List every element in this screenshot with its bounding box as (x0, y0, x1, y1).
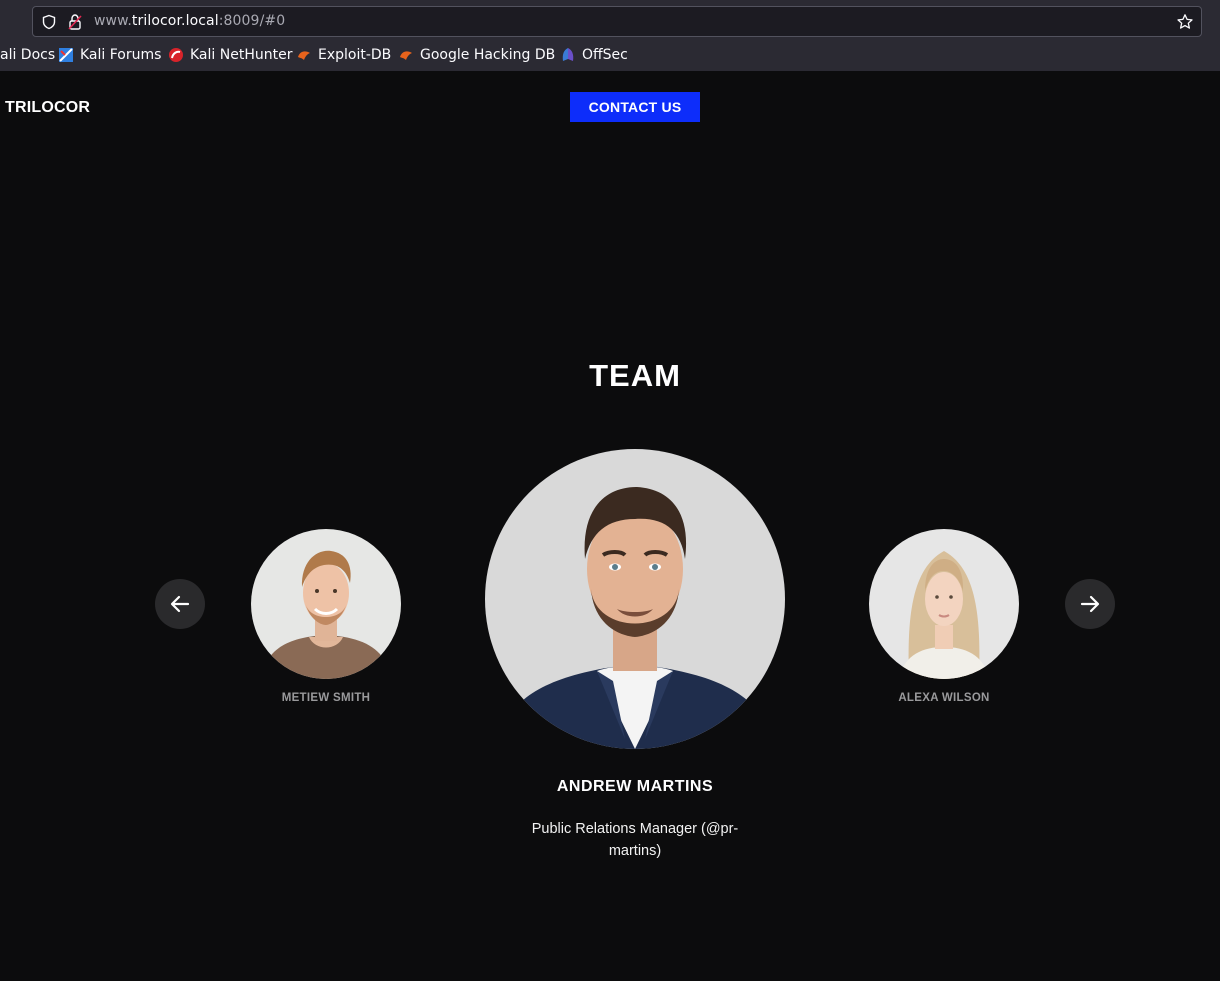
portrait-image (869, 529, 1019, 679)
bookmark-star-icon[interactable] (1176, 13, 1194, 31)
bookmark-kali-nethunter[interactable]: Kali NetHunter (168, 47, 292, 63)
insecure-lock-icon[interactable] (67, 13, 83, 31)
url-host: trilocor.local (131, 13, 219, 29)
bookmark-label: Exploit-DB (318, 47, 392, 63)
kali-forums-icon (59, 48, 73, 62)
bookmark-label: Kali Forums (80, 47, 162, 63)
team-member-avatar-right[interactable] (869, 529, 1019, 679)
team-member-avatar-featured[interactable] (485, 449, 785, 749)
address-bar[interactable]: www.trilocor.local:8009/#0 (32, 6, 1202, 37)
url-suffix: :8009/#0 (218, 13, 286, 29)
team-member-avatar-left[interactable] (251, 529, 401, 679)
bookmark-label: OffSec (582, 47, 628, 63)
arrow-right-icon (1080, 595, 1100, 613)
bookmark-label: Kali NetHunter (190, 47, 293, 63)
offsec-icon (562, 48, 574, 61)
featured-member-role: Public Relations Manager (@pr-martins) (531, 821, 739, 859)
browser-toolbar: www.trilocor.local:8009/#0 ali Docs Kali… (0, 0, 1220, 71)
nethunter-icon (169, 48, 183, 62)
url-prefix: www. (94, 13, 132, 29)
ghdb-icon (400, 51, 412, 60)
contact-us-button[interactable]: CONTACT US (570, 92, 700, 122)
shield-icon[interactable] (41, 14, 57, 30)
team-member-name-right: ALEXA WILSON (898, 692, 990, 704)
portrait-image (251, 529, 401, 679)
portrait-image (485, 449, 785, 749)
team-heading: TEAM (589, 358, 681, 393)
bookmark-exploit-db[interactable]: Exploit-DB (296, 47, 391, 63)
bookmark-offsec[interactable]: OffSec (560, 47, 628, 63)
bookmark-google-hacking-db[interactable]: Google Hacking DB (398, 47, 555, 63)
carousel-next-button[interactable] (1065, 579, 1115, 629)
bookmark-kali-forums[interactable]: Kali Forums (58, 47, 161, 63)
exploit-db-icon (298, 51, 310, 60)
bookmarks-bar: ali Docs Kali Forums Kali NetHunter Expl… (0, 44, 1220, 68)
arrow-left-icon (170, 595, 190, 613)
featured-member-name: ANDREW MARTINS (556, 778, 714, 795)
site-logo[interactable]: TRILOCOR (5, 99, 90, 117)
url-text[interactable]: www.trilocor.local:8009/#0 (94, 13, 285, 29)
bookmark-label: ali Docs (0, 47, 56, 63)
carousel-prev-button[interactable] (155, 579, 205, 629)
team-member-name-left: METIEW SMITH (281, 692, 371, 704)
bookmark-kali-docs[interactable]: ali Docs (0, 47, 55, 63)
bookmark-label: Google Hacking DB (420, 47, 556, 63)
